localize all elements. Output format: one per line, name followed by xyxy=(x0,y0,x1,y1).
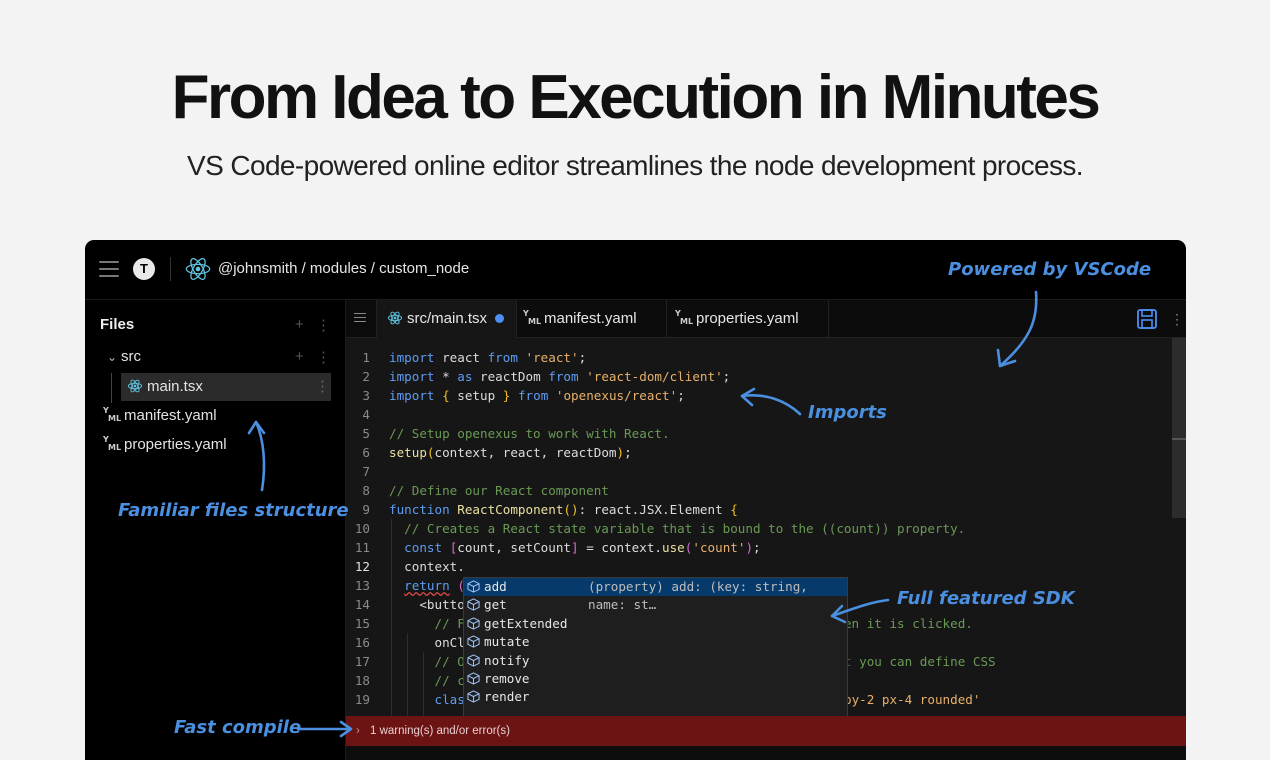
suggestion-item[interactable]: get xyxy=(464,596,847,614)
property-icon xyxy=(467,672,480,685)
files-title: Files xyxy=(100,316,135,333)
scrollbar[interactable] xyxy=(1172,338,1186,518)
tab-bar: src/main.tsx Y ML manifest.yaml Y ML propert… xyxy=(346,300,1186,338)
autocomplete-popup[interactable]: add (property) add: (key: string, name: s… xyxy=(463,577,848,722)
suggestion-item[interactable]: render xyxy=(464,688,847,706)
tab-label: src/main.tsx xyxy=(407,310,488,327)
yaml-icon: YML xyxy=(103,406,121,423)
file-label: manifest.yaml xyxy=(124,407,217,424)
file-main-tsx[interactable]: main.tsx ⋮ xyxy=(121,373,331,401)
annotation-files: Familiar files structure xyxy=(118,500,349,521)
unsaved-dot xyxy=(495,314,505,323)
save-icon[interactable] xyxy=(1136,308,1158,330)
property-icon xyxy=(467,653,480,667)
file-more-icon[interactable]: ⋮ xyxy=(315,373,330,401)
annotation-imports: Imports xyxy=(808,402,887,423)
svg-text:ML: ML xyxy=(108,414,121,423)
tab-label: manifest.yaml xyxy=(544,310,637,327)
annotation-sdk: Full featured SDK xyxy=(897,588,1075,609)
property-icon xyxy=(467,617,480,630)
annotation-vscode: Powered by VSCode xyxy=(948,259,1152,280)
divider xyxy=(170,257,171,281)
tab-manifest-yaml[interactable]: Y ML manifest.yaml xyxy=(517,300,667,338)
suggestion-item[interactable]: remove xyxy=(464,670,847,688)
tab-main-tsx[interactable]: src/main.tsx xyxy=(376,300,517,338)
property-icon xyxy=(467,580,480,593)
yaml-icon: YML xyxy=(675,309,693,326)
chevron-right-icon: › xyxy=(356,725,360,737)
tab-properties-yaml[interactable]: Y ML properties.yaml xyxy=(667,300,829,338)
file-explorer: Files + ⋮ ⌄ src + ⋮ main.tsx ⋮ Y ML manifes… xyxy=(85,300,346,760)
suggestion-item[interactable]: getExtended xyxy=(464,615,847,633)
yaml-icon: YML xyxy=(523,309,541,326)
file-properties-yaml[interactable]: Y ML properties.yaml xyxy=(103,431,227,459)
hero-subtitle: VS Code-powered online editor streamline… xyxy=(187,150,1084,181)
svg-text:ML: ML xyxy=(680,317,693,326)
suggestion-item[interactable]: mutate xyxy=(464,633,847,651)
add-file-button[interactable]: + xyxy=(295,316,304,333)
file-label: properties.yaml xyxy=(124,436,227,453)
suggestion-item[interactable]: add (property) add: (key: string, name: s… xyxy=(464,578,847,612)
files-more-icon[interactable]: ⋮ xyxy=(316,316,331,334)
error-text: 1 warning(s) and/or error(s) xyxy=(370,725,510,737)
chevron-down-icon: ⌄ xyxy=(107,350,118,364)
suggestion-item[interactable]: notify xyxy=(464,652,847,670)
property-icon xyxy=(467,635,480,648)
react-icon xyxy=(127,379,143,393)
annotation-compile: Fast compile xyxy=(174,717,302,738)
tab-menu-icon[interactable] xyxy=(354,313,366,323)
tab-label: properties.yaml xyxy=(696,310,799,327)
svg-text:ML: ML xyxy=(528,317,541,326)
folder-more-icon[interactable]: ⋮ xyxy=(316,348,331,366)
editor-more-icon[interactable]: ⋮ xyxy=(1170,311,1184,328)
code-editor[interactable]: src/main.tsx Y ML manifest.yaml Y ML propert… xyxy=(346,300,1186,760)
svg-text:ML: ML xyxy=(108,443,121,452)
react-icon xyxy=(185,257,211,281)
property-icon xyxy=(467,690,480,704)
avatar[interactable]: T xyxy=(133,258,155,280)
breadcrumb[interactable]: @johnsmith / modules / custom_node xyxy=(218,260,469,277)
menu-icon[interactable] xyxy=(99,261,119,277)
error-status-bar[interactable]: › 1 warning(s) and/or error(s) xyxy=(346,716,1186,746)
hero-title: From Idea to Execution in Minutes xyxy=(171,63,1101,132)
property-icon xyxy=(467,598,480,612)
bottom-panel xyxy=(346,746,1186,760)
scroll-marker xyxy=(1172,438,1186,440)
file-manifest-yaml[interactable]: Y ML manifest.yaml xyxy=(103,402,217,430)
tree-indent-guide xyxy=(111,373,112,403)
react-icon xyxy=(387,311,403,325)
file-label: main.tsx xyxy=(147,378,203,395)
add-in-folder-button[interactable]: + xyxy=(295,348,304,365)
folder-label: src xyxy=(121,348,141,365)
yaml-icon: YML xyxy=(103,435,121,452)
folder-src[interactable]: ⌄ src xyxy=(85,343,346,371)
